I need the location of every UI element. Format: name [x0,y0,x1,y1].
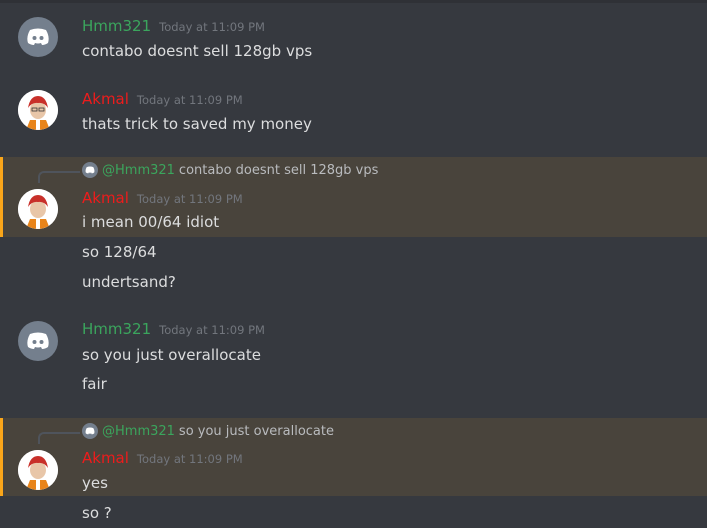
reply-spine [38,171,80,183]
author-label[interactable]: Akmal [82,189,129,207]
author-name[interactable]: Hmm321 Today at 11:09 PM [82,320,265,338]
anime-avatar-icon [18,450,58,490]
timestamp: Today at 11:09 PM [159,20,265,34]
avatar-akmal[interactable] [18,90,58,130]
author-name[interactable]: Akmal Today at 11:09 PM [82,189,243,207]
message-text: i mean 00/64 idiot [82,213,220,231]
author-label[interactable]: Hmm321 [82,320,151,338]
message-text: thats trick to saved my money [82,115,312,133]
message-text: fair [82,375,107,393]
reply-mention[interactable]: @Hmm321 [102,424,175,439]
discord-logo-icon [27,332,49,349]
reply-text[interactable]: contabo doesnt sell 128gb vps [179,163,378,178]
discord-logo-icon [82,423,98,439]
message-text: so you just overallocate [82,346,261,364]
author-name[interactable]: Akmal Today at 11:09 PM [82,449,243,467]
anime-avatar-icon [18,90,58,130]
discord-logo-icon [27,28,49,45]
top-divider [0,0,707,3]
reply-reference[interactable]: @Hmm321 contabo doesnt sell 128gb vps [82,162,378,178]
reply-spine [38,432,80,444]
reply-text[interactable]: so you just overallocate [179,424,334,439]
timestamp: Today at 11:09 PM [136,452,243,466]
message-text: so 128/64 [82,243,157,261]
author-name[interactable]: Hmm321 Today at 11:09 PM [82,17,265,35]
author-label[interactable]: Akmal [82,449,129,467]
author-label[interactable]: Hmm321 [82,17,151,35]
message-text: yes [82,474,108,492]
message-text: contabo doesnt sell 128gb vps [82,42,313,60]
avatar-akmal[interactable] [18,450,58,490]
author-label[interactable]: Akmal [82,90,129,108]
avatar-akmal[interactable] [18,189,58,229]
avatar-hmm321[interactable] [18,321,58,361]
timestamp: Today at 11:09 PM [136,192,243,206]
reply-mention[interactable]: @Hmm321 [102,163,175,178]
reply-reference[interactable]: @Hmm321 so you just overallocate [82,423,334,439]
message-text: so ? [82,504,112,522]
timestamp: Today at 11:09 PM [136,93,243,107]
avatar-hmm321[interactable] [18,17,58,57]
anime-avatar-icon [18,189,58,229]
author-name[interactable]: Akmal Today at 11:09 PM [82,90,243,108]
message-text: undertsand? [82,273,176,291]
discord-logo-icon [82,162,98,178]
timestamp: Today at 11:09 PM [159,323,265,337]
